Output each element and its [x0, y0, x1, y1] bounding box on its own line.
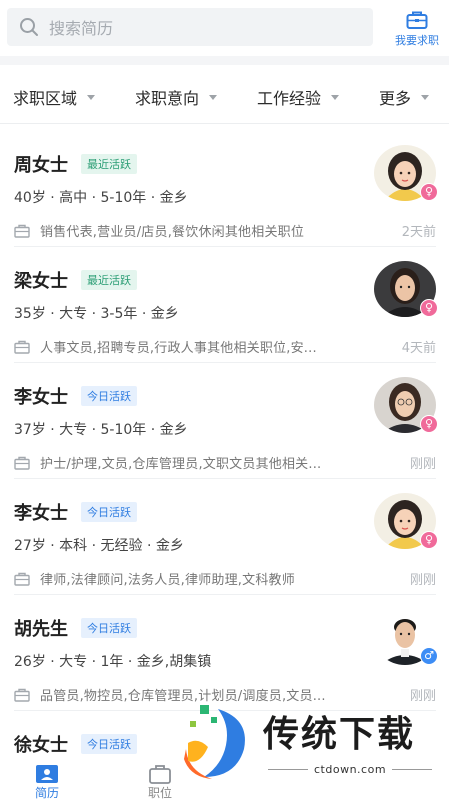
filter-region-label: 求职区域 — [13, 89, 78, 108]
job-intent-text: 销售代表,营业员/店员,餐饮休闲其他相关职位 — [40, 225, 305, 240]
search-placeholder: 搜索简历 — [49, 19, 114, 38]
filter-experience[interactable]: 工作经验 — [257, 85, 340, 109]
section-gap — [0, 56, 449, 65]
job-request-button[interactable]: 我要求职 — [388, 8, 446, 48]
last-active-time: 4天前 — [401, 341, 436, 356]
watermark-url: ctdown.com — [262, 763, 438, 776]
candidate-details: 27岁 · 本科 · 无经验 · 金乡 — [14, 538, 184, 554]
candidate-name: 胡先生 — [14, 619, 68, 640]
job-intent-row: 品管员,物控员,仓库管理员,计划员/调度员,文员... 刚刚 — [14, 685, 436, 704]
last-active-time: 2天前 — [401, 225, 436, 240]
avatar: ♂ — [374, 609, 438, 665]
filter-bar: 求职区域 求职意向 工作经验 更多 — [0, 65, 449, 124]
chevron-down-icon — [421, 94, 430, 100]
job-intent-text: 品管员,物控员,仓库管理员,计划员/调度员,文员... — [40, 689, 326, 704]
job-intent-text: 护士/护理,文员,仓库管理员,文职文员其他相关... — [40, 457, 322, 472]
filter-more-label: 更多 — [379, 89, 412, 108]
female-icon: ♀ — [420, 415, 438, 433]
job-intent-text: 律师,法律顾问,法务人员,律师助理,文科教师 — [40, 573, 295, 588]
candidate-details: 26岁 · 大专 · 1年 · 金乡,胡集镇 — [14, 654, 212, 670]
watermark-logo-icon — [183, 705, 250, 779]
filter-intent[interactable]: 求职意向 — [135, 85, 218, 109]
candidate-name: 李女士 — [14, 503, 68, 524]
briefcase-icon — [14, 456, 30, 470]
female-icon: ♀ — [420, 183, 438, 201]
job-intent-row: 律师,法律顾问,法务人员,律师助理,文科教师 刚刚 — [14, 569, 436, 588]
activity-badge: 今日活跃 — [81, 386, 137, 406]
briefcase-icon — [14, 224, 30, 238]
chevron-down-icon — [87, 94, 96, 100]
job-request-label: 我要求职 — [395, 34, 439, 47]
female-icon: ♀ — [420, 299, 438, 317]
avatar: ♀ — [374, 377, 438, 433]
briefcase-icon — [406, 11, 428, 29]
job-intent-row: 人事文员,招聘专员,行政人事其他相关职位,安... 4天前 — [14, 337, 436, 356]
avatar: ♀ — [374, 145, 438, 201]
tab-resume[interactable]: 简历 — [17, 764, 77, 801]
search-icon — [20, 18, 38, 36]
candidate-name: 徐女士 — [14, 735, 68, 756]
last-active-time: 刚刚 — [409, 457, 436, 472]
watermark: 传统下载 ctdown.com — [178, 703, 428, 783]
activity-badge: 今日活跃 — [81, 502, 137, 522]
tab-jobs-label: 职位 — [147, 786, 172, 800]
job-intent-row: 护士/护理,文员,仓库管理员,文职文员其他相关... 刚刚 — [14, 453, 436, 472]
candidate-card[interactable]: 梁女士 最近活跃 35岁 · 大专 · 3-5年 · 金乡 ♀ 人事文员,招聘专… — [0, 247, 449, 363]
activity-badge: 今日活跃 — [81, 618, 137, 638]
avatar: ♀ — [374, 493, 438, 549]
candidate-name: 梁女士 — [14, 271, 68, 292]
male-icon: ♂ — [420, 647, 438, 665]
briefcase-icon — [14, 340, 30, 354]
last-active-time: 刚刚 — [409, 573, 436, 588]
last-active-time: 刚刚 — [409, 689, 436, 704]
activity-badge: 最近活跃 — [81, 154, 137, 174]
avatar: ♀ — [374, 261, 438, 317]
candidate-name: 周女士 — [14, 155, 68, 176]
chevron-down-icon — [331, 94, 340, 100]
activity-badge: 最近活跃 — [81, 270, 137, 290]
female-icon: ♀ — [420, 531, 438, 549]
candidate-card[interactable]: 胡先生 今日活跃 26岁 · 大专 · 1年 · 金乡,胡集镇 ♂ 品管员,物控… — [0, 595, 449, 711]
top-bar: 搜索简历 我要求职 — [0, 0, 449, 56]
job-intent-row: 销售代表,营业员/店员,餐饮休闲其他相关职位 2天前 — [14, 221, 436, 240]
candidate-details: 35岁 · 大专 · 3-5年 · 金乡 — [14, 306, 179, 322]
search-input[interactable]: 搜索简历 — [7, 8, 373, 46]
candidate-details: 40岁 · 高中 · 5-10年 · 金乡 — [14, 190, 188, 206]
filter-more[interactable]: 更多 — [379, 85, 430, 109]
candidate-name: 李女士 — [14, 387, 68, 408]
candidate-details: 37岁 · 大专 · 5-10年 · 金乡 — [14, 422, 188, 438]
resume-icon — [36, 765, 58, 783]
filter-experience-label: 工作经验 — [257, 89, 322, 108]
tab-resume-label: 简历 — [34, 786, 59, 800]
filter-region[interactable]: 求职区域 — [13, 85, 96, 109]
chevron-down-icon — [209, 94, 218, 100]
briefcase-icon — [14, 688, 30, 702]
watermark-title: 传统下载 — [263, 714, 416, 755]
briefcase-icon — [149, 765, 171, 784]
candidate-card[interactable]: 周女士 最近活跃 40岁 · 高中 · 5-10年 · 金乡 ♀ 销售代表,营业… — [0, 131, 449, 247]
job-intent-text: 人事文员,招聘专员,行政人事其他相关职位,安... — [40, 341, 317, 356]
candidate-card[interactable]: 李女士 今日活跃 37岁 · 大专 · 5-10年 · 金乡 ♀ 护士/护理,文… — [0, 363, 449, 479]
briefcase-icon — [14, 572, 30, 586]
filter-intent-label: 求职意向 — [135, 89, 200, 108]
candidate-card[interactable]: 李女士 今日活跃 27岁 · 本科 · 无经验 · 金乡 ♀ 律师,法律顾问,法… — [0, 479, 449, 595]
activity-badge: 今日活跃 — [81, 734, 137, 754]
